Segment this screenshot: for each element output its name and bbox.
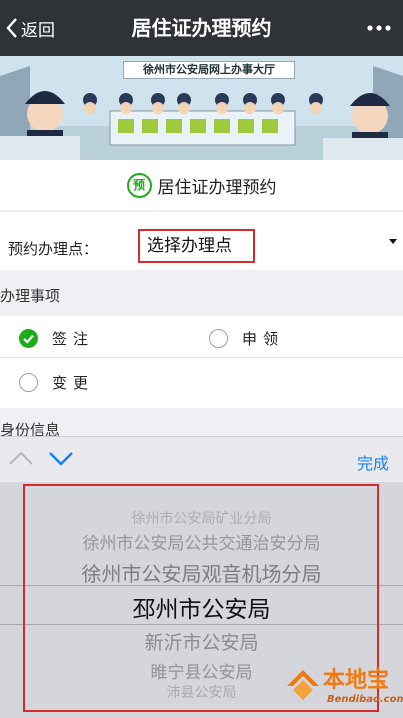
picker-option[interactable]: 徐州市公安局矿业分局 — [0, 508, 403, 528]
matters-panel: 签注 申领 变更 — [0, 316, 403, 408]
form-title: 预 居住证办理预约 — [0, 160, 403, 210]
option-label: 申领 — [242, 330, 285, 348]
more-button[interactable] — [365, 16, 393, 40]
back-button[interactable]: 返回 — [6, 14, 55, 42]
more-icon — [367, 25, 391, 31]
picker-option[interactable]: 新沂市公安局 — [0, 628, 403, 655]
picker-option[interactable]: 徐州市公安局公共交通治安分局 — [0, 529, 403, 554]
page-title: 居住证办理预约 — [131, 16, 272, 40]
chevron-up-icon[interactable] — [8, 449, 34, 467]
nav-bar: 返回 居住证办理预约 — [0, 0, 403, 56]
picker-selection-line — [0, 624, 403, 625]
option-biangeng[interactable]: 变更 — [19, 372, 94, 393]
radio-unchecked-icon[interactable] — [19, 373, 38, 392]
banner-sign: 徐州市公安局网上办事大厅 — [123, 61, 295, 79]
picker-option-selected[interactable]: 邳州市公安局 — [0, 590, 403, 624]
watermark-text: 本地宝 — [323, 668, 390, 693]
option-label: 签注 — [52, 330, 95, 348]
option-shenling[interactable]: 申领 — [209, 328, 284, 349]
back-label: 返回 — [21, 20, 55, 41]
watermark-logo-icon — [287, 670, 319, 700]
dropdown-caret-icon — [389, 239, 397, 244]
watermark-url: Bendibao.com — [327, 694, 403, 705]
banner-image: 徐州市公安局网上办事大厅 — [0, 56, 403, 160]
done-button[interactable]: 完成 — [357, 450, 389, 474]
option-qianzhu[interactable]: 签注 — [19, 328, 94, 349]
picker-toolbar: 完成 — [0, 436, 403, 483]
picker-selection-line — [0, 585, 403, 586]
chevron-left-icon — [6, 18, 17, 38]
form-title-text: 居住证办理预约 — [157, 177, 277, 198]
radio-checked-icon[interactable] — [19, 329, 38, 348]
chevron-down-icon[interactable] — [48, 449, 74, 467]
location-label: 预约办理点： — [8, 240, 99, 258]
picker-option[interactable]: 徐州市公安局观音机场分局 — [0, 558, 403, 587]
matters-heading: 办理事项 — [0, 287, 61, 305]
location-select[interactable]: 选择办理点 — [138, 229, 255, 263]
option-label: 变更 — [52, 374, 95, 392]
watermark: 本地宝 Bendibao.com — [283, 656, 403, 712]
radio-unchecked-icon[interactable] — [209, 329, 228, 348]
location-row[interactable]: 预约办理点： 选择办理点 — [0, 212, 403, 270]
divider — [0, 357, 403, 358]
reserve-badge-icon: 预 — [126, 172, 152, 198]
